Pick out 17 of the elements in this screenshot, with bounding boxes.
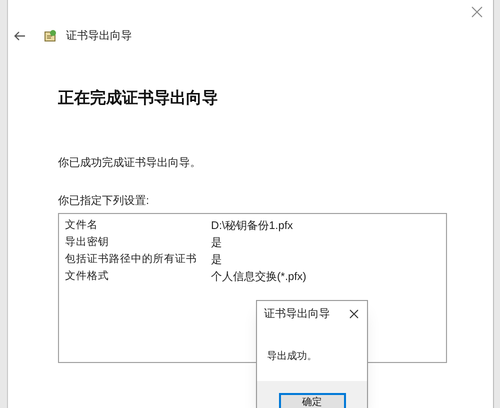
setting-value: 是: [211, 236, 222, 251]
setting-value: 是: [211, 252, 222, 268]
window-title: 证书导出向导: [66, 29, 132, 44]
setting-name: 文件格式: [65, 269, 110, 284]
setting-name: 文件名: [65, 218, 99, 234]
setting-name: 导出密钥: [65, 235, 110, 250]
success-message: 你已成功完成证书导出向导。: [58, 156, 202, 170]
ok-button[interactable]: 确定: [278, 393, 346, 408]
dialog-title: 证书导出向导: [264, 307, 330, 322]
close-icon[interactable]: [348, 308, 360, 320]
wizard-heading: 正在完成证书导出向导: [58, 88, 219, 108]
dialog-message: 导出成功。: [266, 350, 318, 364]
setting-value: 个人信息交换(*.pfx): [211, 270, 306, 285]
certificate-icon: [44, 29, 58, 44]
setting-name: 包括证书路径中的所有证书: [65, 252, 198, 268]
settings-label: 你已指定下列设置:: [58, 194, 150, 209]
setting-value: D:\秘钥备份1.pfx: [211, 218, 293, 234]
